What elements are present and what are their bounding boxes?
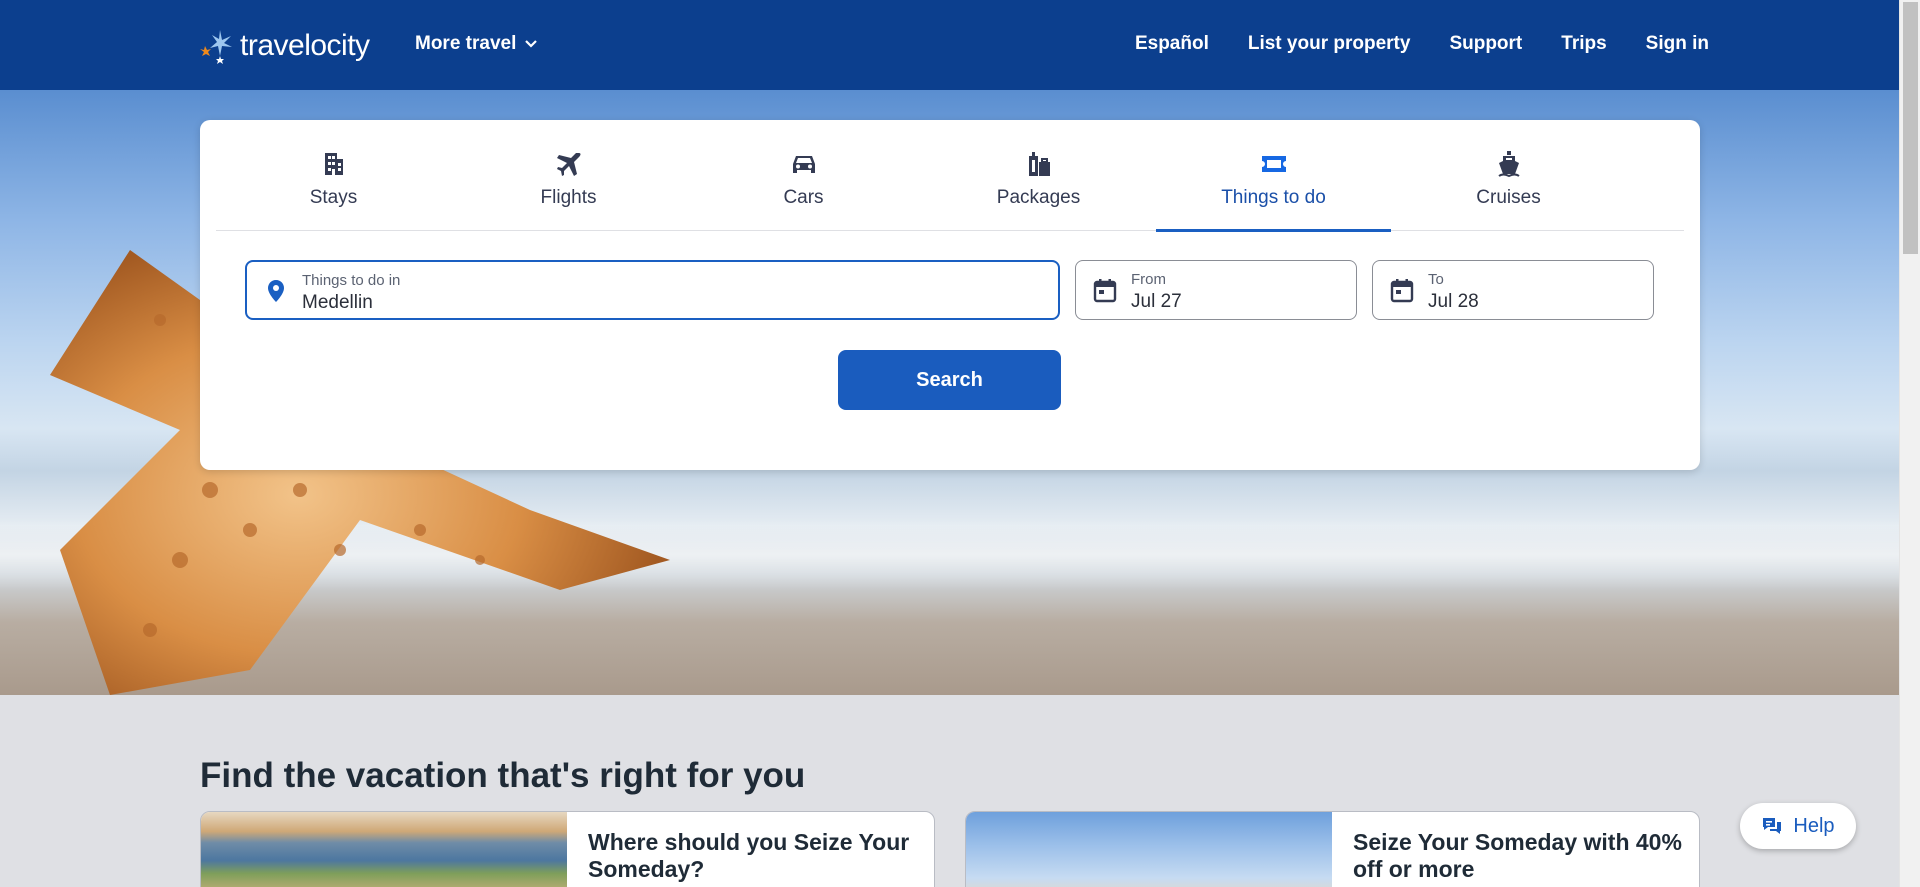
nav-link-sign-in[interactable]: Sign in bbox=[1646, 33, 1709, 55]
product-tabs: Stays Flights Cars Packages Things to do bbox=[216, 120, 1684, 232]
promo-card-seize-someday[interactable]: Where should you Seize Your Someday? bbox=[200, 811, 935, 887]
logo-star-icon bbox=[200, 30, 232, 64]
help-button[interactable]: Help bbox=[1740, 803, 1856, 849]
travelocity-logo[interactable]: travelocity bbox=[198, 22, 370, 70]
tab-things-to-do-label: Things to do bbox=[1221, 187, 1326, 208]
calendar-icon bbox=[1390, 279, 1414, 303]
to-date-field[interactable]: To Jul 28 bbox=[1372, 260, 1654, 320]
tab-packages-label: Packages bbox=[996, 187, 1081, 208]
chevron-down-icon bbox=[525, 40, 538, 48]
nav-link-list-property[interactable]: List your property bbox=[1248, 33, 1411, 55]
more-travel-label: More travel bbox=[415, 33, 517, 54]
luggage-icon bbox=[1025, 150, 1053, 178]
section-title: Find the vacation that's right for you bbox=[200, 756, 806, 795]
from-date-value: Jul 27 bbox=[1131, 291, 1182, 312]
promo-card-discount[interactable]: Seize Your Someday with 40% off or more bbox=[965, 811, 1700, 887]
tab-packages[interactable]: Packages bbox=[921, 120, 1156, 231]
nav-link-support[interactable]: Support bbox=[1449, 33, 1522, 55]
more-travel-menu[interactable]: More travel bbox=[415, 33, 538, 55]
tab-things-to-do[interactable]: Things to do bbox=[1156, 120, 1391, 232]
tab-cars-label: Cars bbox=[783, 187, 824, 208]
coastline-image bbox=[201, 812, 567, 887]
tab-cars[interactable]: Cars bbox=[686, 120, 921, 231]
tab-cruises-label: Cruises bbox=[1476, 187, 1541, 208]
tab-stays[interactable]: Stays bbox=[216, 120, 451, 231]
tab-cruises[interactable]: Cruises bbox=[1391, 120, 1626, 231]
top-nav-bar: travelocity More travel Español List you… bbox=[0, 0, 1899, 90]
page-scrollbar[interactable] bbox=[1899, 0, 1920, 887]
building-icon bbox=[320, 150, 348, 178]
tab-stays-label: Stays bbox=[309, 187, 358, 208]
ship-icon bbox=[1495, 150, 1523, 178]
location-pin-icon bbox=[268, 280, 284, 302]
logo-text: travelocity bbox=[240, 29, 370, 62]
tab-flights-label: Flights bbox=[540, 187, 597, 208]
nav-link-espanol[interactable]: Español bbox=[1135, 33, 1209, 55]
help-label: Help bbox=[1793, 814, 1835, 837]
scrollbar-thumb[interactable] bbox=[1903, 2, 1918, 254]
destination-input[interactable]: Things to do in Medellin bbox=[245, 260, 1060, 320]
tab-flights[interactable]: Flights bbox=[451, 120, 686, 231]
calendar-icon bbox=[1093, 279, 1117, 303]
promo-title: Seize Your Someday with 40% off or more bbox=[1353, 829, 1682, 882]
to-date-label: To bbox=[1428, 271, 1444, 288]
beach-image bbox=[966, 812, 1332, 887]
header-nav-links: Español List your property Support Trips… bbox=[1135, 33, 1709, 55]
ticket-icon bbox=[1260, 150, 1288, 178]
chat-bubbles-icon bbox=[1763, 818, 1782, 834]
promo-title: Where should you Seize Your Someday? bbox=[588, 829, 910, 882]
destination-value: Medellin bbox=[302, 292, 373, 313]
search-button[interactable]: Search bbox=[838, 350, 1061, 410]
nav-link-trips[interactable]: Trips bbox=[1561, 33, 1606, 55]
from-date-field[interactable]: From Jul 27 bbox=[1075, 260, 1357, 320]
car-icon bbox=[790, 150, 818, 178]
from-date-label: From bbox=[1131, 271, 1166, 288]
to-date-value: Jul 28 bbox=[1428, 291, 1479, 312]
search-card: Stays Flights Cars Packages Things to do bbox=[200, 120, 1700, 470]
plane-icon bbox=[555, 150, 583, 178]
destination-label: Things to do in bbox=[302, 272, 401, 289]
